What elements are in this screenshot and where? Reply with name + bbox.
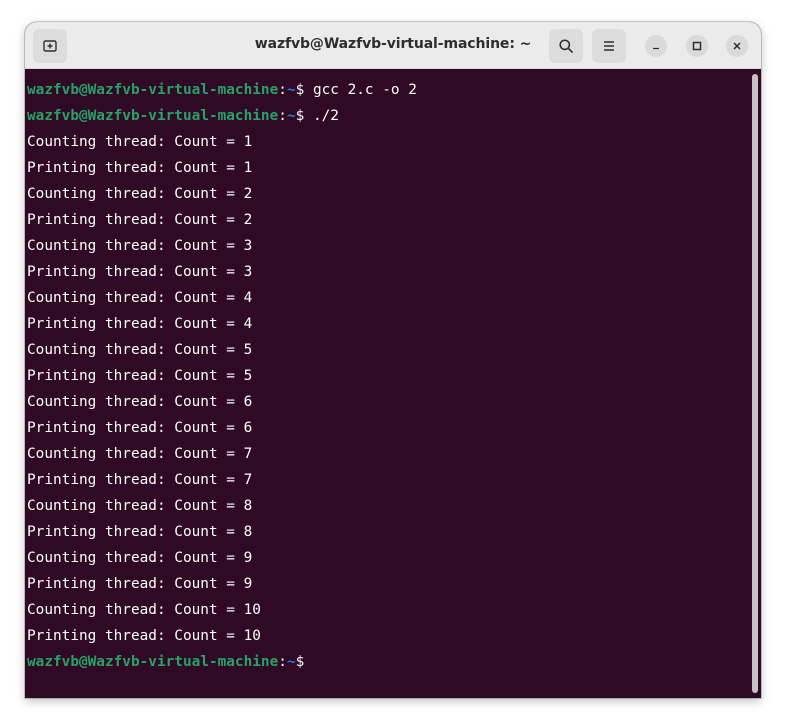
output-line: Counting thread: Count = 10 bbox=[27, 602, 261, 618]
maximize-icon bbox=[692, 41, 702, 51]
hamburger-menu-icon bbox=[604, 41, 614, 51]
menu-button[interactable] bbox=[592, 29, 626, 63]
scrollbar[interactable] bbox=[752, 74, 758, 693]
prompt-path: ~ bbox=[286, 654, 296, 670]
terminal-output-area[interactable]: wazfvb@Wazfvb-virtual-machine:~$ gcc 2.c… bbox=[25, 69, 761, 698]
prompt-separator: : bbox=[278, 654, 287, 670]
output-line: Printing thread: Count = 7 bbox=[27, 472, 253, 488]
output-line: Printing thread: Count = 1 bbox=[27, 160, 253, 176]
output-line: Printing thread: Count = 6 bbox=[27, 420, 253, 436]
command-text: ./2 bbox=[304, 108, 339, 124]
minimize-icon bbox=[653, 47, 659, 50]
output-line: Counting thread: Count = 8 bbox=[27, 498, 253, 514]
output-line: Counting thread: Count = 4 bbox=[27, 290, 253, 306]
prompt-separator: : bbox=[278, 82, 287, 98]
close-button[interactable] bbox=[726, 35, 748, 57]
command-text: gcc 2.c -o 2 bbox=[304, 82, 417, 98]
output-line: Printing thread: Count = 4 bbox=[27, 316, 253, 332]
output-line: Printing thread: Count = 10 bbox=[27, 628, 261, 644]
prompt-user-host: wazfvb@Wazfvb-virtual-machine bbox=[27, 654, 279, 670]
output-line: Counting thread: Count = 5 bbox=[27, 342, 253, 358]
prompt-user-host: wazfvb@Wazfvb-virtual-machine bbox=[27, 108, 279, 124]
output-line: Counting thread: Count = 2 bbox=[27, 186, 253, 202]
minimize-button[interactable] bbox=[645, 35, 667, 57]
output-line: Counting thread: Count = 9 bbox=[27, 550, 253, 566]
output-line: Counting thread: Count = 3 bbox=[27, 238, 253, 254]
title-bar[interactable]: wazfvb@Wazfvb-virtual-machine: ~ bbox=[25, 22, 761, 69]
output-line: Counting thread: Count = 1 bbox=[27, 134, 253, 150]
output-line: Printing thread: Count = 3 bbox=[27, 264, 253, 280]
output-line: Counting thread: Count = 6 bbox=[27, 394, 253, 410]
prompt-separator: : bbox=[278, 108, 287, 124]
search-button[interactable] bbox=[549, 29, 583, 63]
maximize-button[interactable] bbox=[686, 35, 708, 57]
prompt-symbol: $ bbox=[295, 654, 305, 670]
prompt-user-host: wazfvb@Wazfvb-virtual-machine bbox=[27, 82, 279, 98]
search-icon bbox=[559, 39, 573, 53]
close-icon bbox=[733, 42, 741, 50]
output-line: Printing thread: Count = 5 bbox=[27, 368, 253, 384]
prompt-symbol: $ bbox=[295, 108, 305, 124]
prompt-symbol: $ bbox=[295, 82, 305, 98]
output-line: Printing thread: Count = 9 bbox=[27, 576, 253, 592]
output-line: Printing thread: Count = 2 bbox=[27, 212, 253, 228]
output-line: Printing thread: Count = 8 bbox=[27, 524, 253, 540]
terminal-lines: wazfvb@Wazfvb-virtual-machine:~$ gcc 2.c… bbox=[27, 77, 417, 675]
prompt-path: ~ bbox=[286, 82, 296, 98]
prompt-path: ~ bbox=[286, 108, 296, 124]
prompt-line: wazfvb@Wazfvb-virtual-machine:~$ ./2 bbox=[27, 103, 417, 129]
output-line: Counting thread: Count = 7 bbox=[27, 446, 253, 462]
terminal-window: wazfvb@Wazfvb-virtual-machine: ~ wazfvb@… bbox=[25, 22, 761, 698]
prompt-line: wazfvb@Wazfvb-virtual-machine:~$ bbox=[27, 649, 417, 675]
prompt-line: wazfvb@Wazfvb-virtual-machine:~$ gcc 2.c… bbox=[27, 77, 417, 103]
